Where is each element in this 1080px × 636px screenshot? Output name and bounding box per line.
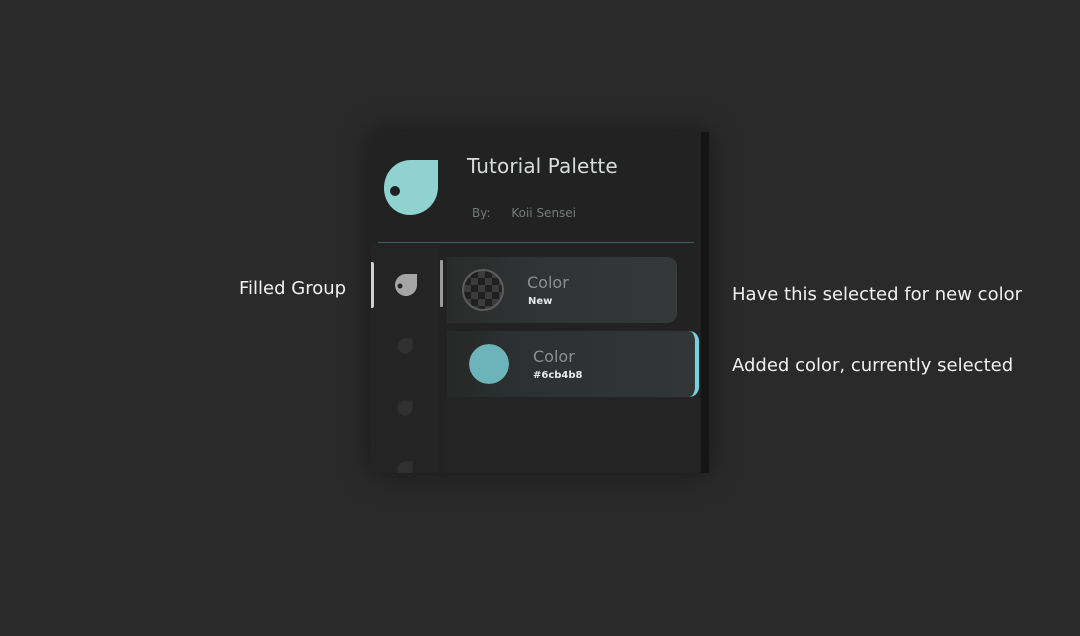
palette-author: By: Koii Sensei	[472, 205, 576, 221]
color-value-label: New	[528, 296, 553, 307]
new-color-annotation: Have this selected for new color	[732, 284, 1023, 305]
group-icon[interactable]	[396, 399, 414, 417]
color-name: Color	[533, 347, 575, 366]
filled-group-icon[interactable]	[393, 272, 419, 298]
added-color-item[interactable]: Color #6cb4b8	[447, 331, 699, 397]
new-color-item[interactable]: Color New	[447, 257, 677, 323]
added-color-annotation: Added color, currently selected	[732, 355, 1014, 376]
author-prefix: By:	[472, 206, 491, 220]
empty-color-list-area	[447, 397, 699, 473]
author-name: Koii Sensei	[511, 206, 577, 220]
selected-group-indicator	[371, 262, 374, 308]
group-icon[interactable]	[396, 460, 414, 473]
filled-group-annotation: Filled Group	[239, 278, 347, 299]
palette-panel: Tutorial Palette By: Koii Sensei Color N…	[371, 132, 709, 473]
tutorial-screen: Filled Group Have this selected for new …	[0, 0, 1080, 636]
new-color-selection-indicator	[440, 260, 443, 307]
color-hex-label: #6cb4b8	[533, 370, 583, 381]
group-icon[interactable]	[396, 337, 414, 355]
color-swatch	[469, 344, 509, 384]
palette-title: Tutorial Palette	[467, 154, 618, 178]
palette-drop-icon[interactable]	[382, 158, 440, 216]
panel-scrollbar[interactable]	[701, 132, 709, 473]
color-name: Color	[527, 273, 569, 292]
checkerboard-swatch-icon	[462, 269, 504, 311]
